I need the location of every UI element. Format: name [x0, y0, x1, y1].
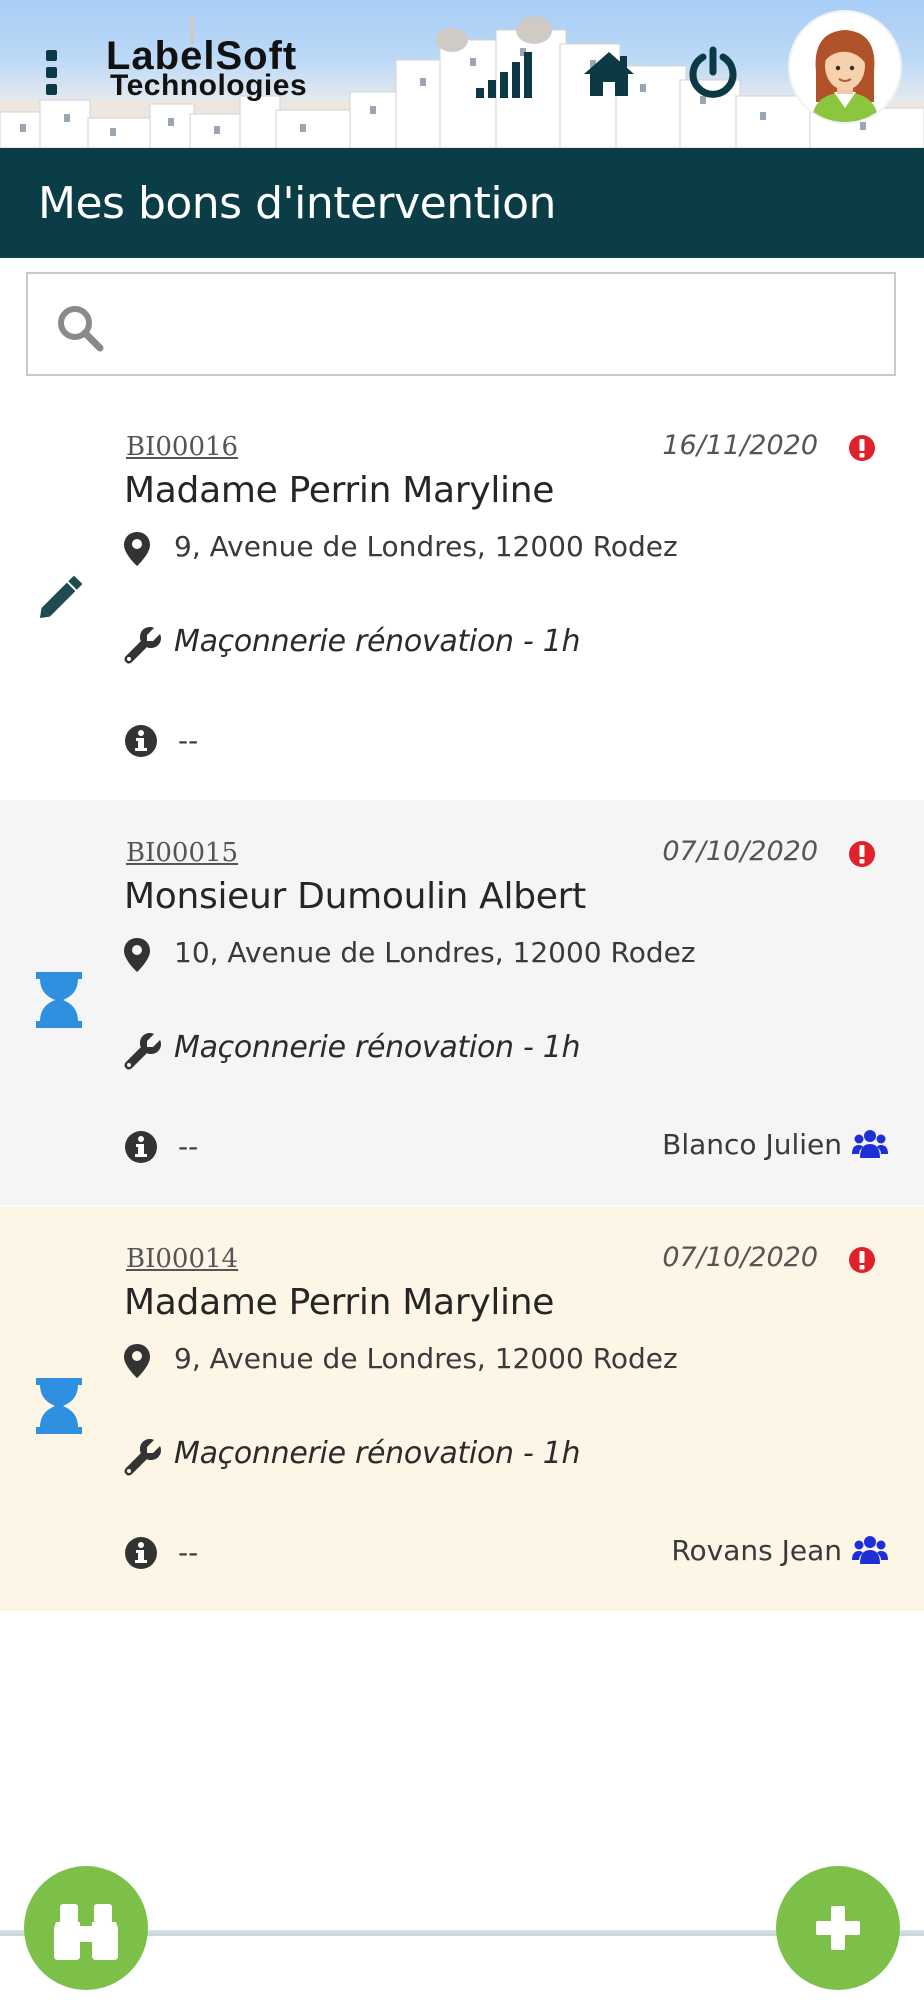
- user-avatar-icon: [812, 30, 878, 122]
- task-description: Maçonnerie rénovation - 1h: [174, 1436, 581, 1471]
- intervention-date: 07/10/2020: [662, 836, 818, 867]
- info-icon: [125, 1131, 157, 1163]
- client-name: Monsieur Dumoulin Albert: [124, 876, 586, 917]
- intervention-card[interactable]: BI00015 07/10/2020 Monsieur Dumoulin Alb…: [0, 800, 924, 1205]
- hourglass-icon: [36, 972, 82, 1028]
- binoculars-icon: [54, 1904, 118, 1960]
- plus-icon: [816, 1906, 860, 1950]
- alert-icon: [849, 435, 875, 461]
- search-icon: [58, 306, 104, 352]
- intervention-ref-link[interactable]: BI00015: [126, 838, 238, 868]
- info-icon: [125, 1537, 157, 1569]
- intervention-ref-link[interactable]: BI00014: [126, 1244, 238, 1274]
- hourglass-icon: [36, 1378, 82, 1434]
- signal-bars-icon[interactable]: [476, 52, 534, 98]
- search-box[interactable]: [26, 272, 896, 376]
- intervention-card[interactable]: BI00016 16/11/2020 Madame Perrin Marylin…: [0, 394, 924, 799]
- logo-text-line2: Technologies: [110, 69, 308, 102]
- info-icon: [125, 725, 157, 757]
- labelsoft-logo: LabelSoft Technologies: [106, 34, 376, 104]
- page-header: Mes bons d'intervention: [0, 148, 924, 258]
- menu-dots-icon[interactable]: [44, 50, 60, 98]
- task-description: Maçonnerie rénovation - 1h: [174, 624, 581, 659]
- alert-icon: [849, 1247, 875, 1273]
- client-address: 9, Avenue de Londres, 12000 Rodez: [174, 1342, 678, 1375]
- wrench-icon: [124, 1033, 161, 1070]
- wrench-icon: [124, 1439, 161, 1476]
- client-address: 10, Avenue de Londres, 12000 Rodez: [174, 936, 696, 969]
- intervention-date: 07/10/2020: [662, 1242, 818, 1273]
- task-description: Maçonnerie rénovation - 1h: [174, 1030, 581, 1065]
- alert-icon: [849, 841, 875, 867]
- client-address: 9, Avenue de Londres, 12000 Rodez: [174, 530, 678, 563]
- pencil-icon: [40, 575, 83, 618]
- intervention-ref-link[interactable]: BI00016: [126, 432, 238, 462]
- intervention-note: --: [178, 1536, 199, 1569]
- search-input[interactable]: [118, 294, 882, 358]
- map-pin-icon: [124, 1344, 150, 1378]
- map-pin-icon: [124, 938, 150, 972]
- page-title: Mes bons d'intervention: [38, 178, 556, 229]
- intervention-note: --: [178, 724, 199, 757]
- top-bar: LabelSoft Technologies: [0, 0, 924, 148]
- client-name: Madame Perrin Maryline: [124, 1282, 555, 1323]
- team-icon: [852, 1130, 888, 1158]
- map-pin-icon: [124, 532, 150, 566]
- add-intervention-button[interactable]: [776, 1866, 900, 1990]
- team-icon: [852, 1536, 888, 1564]
- home-icon[interactable]: [582, 50, 636, 98]
- user-avatar[interactable]: [790, 12, 900, 122]
- client-name: Madame Perrin Maryline: [124, 470, 555, 511]
- intervention-note: --: [178, 1130, 199, 1163]
- search-fab-button[interactable]: [24, 1866, 148, 1990]
- assignee-name: Blanco Julien: [662, 1128, 842, 1161]
- wrench-icon: [124, 627, 161, 664]
- power-icon[interactable]: [686, 46, 740, 100]
- intervention-date: 16/11/2020: [662, 430, 818, 461]
- assignee-name: Rovans Jean: [671, 1534, 842, 1567]
- intervention-card[interactable]: BI00014 07/10/2020 Madame Perrin Marylin…: [0, 1206, 924, 1611]
